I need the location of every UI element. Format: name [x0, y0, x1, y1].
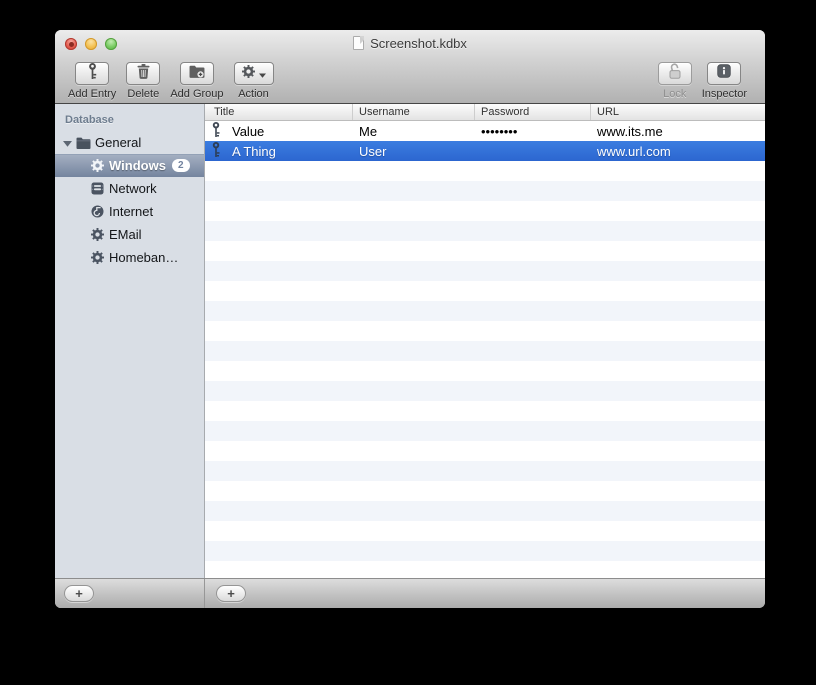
desktop: { "titlebar": { "title": "Screenshot.kdb… — [0, 0, 816, 685]
minimize-button[interactable] — [85, 38, 97, 50]
bottom-bar-sidebar-section: + — [55, 579, 205, 608]
window-title-group: Screenshot.kdbx — [353, 36, 467, 51]
zoom-button[interactable] — [105, 38, 117, 50]
trash-icon — [137, 63, 150, 84]
empty-row-stripes — [205, 161, 765, 578]
folder-icon — [75, 137, 91, 149]
key-icon — [211, 142, 221, 160]
add-group-pill-button[interactable]: + — [64, 585, 94, 602]
open-padlock-icon — [668, 63, 682, 84]
table-header: Title Username Password URL — [205, 104, 765, 121]
gear-icon — [89, 251, 105, 264]
titlebar[interactable]: Screenshot.kdbx — [55, 30, 765, 56]
close-button[interactable] — [65, 38, 77, 50]
gear-icon — [241, 64, 255, 83]
bottom-bar-table-section: + — [205, 579, 765, 608]
action-item: Action — [233, 62, 274, 100]
lock-item: Lock — [657, 62, 692, 100]
sidebar-item-network[interactable]: Network — [55, 177, 204, 200]
add-entry-button[interactable] — [75, 62, 110, 85]
add-entry-label: Add Entry — [68, 88, 117, 100]
folder-plus-icon — [189, 65, 205, 83]
entry-table: Title Username Password URL Value Me •••… — [205, 104, 765, 578]
sidebar-section-header: Database — [65, 114, 114, 126]
network-icon — [89, 182, 105, 195]
add-entry-item: Add Entry — [68, 62, 116, 100]
sidebar-item-internet[interactable]: Internet — [55, 200, 204, 223]
gear-icon — [89, 159, 105, 172]
document-icon — [353, 36, 365, 50]
sidebar-item-label: Internet — [109, 204, 154, 219]
action-button[interactable] — [233, 62, 274, 85]
window-title: Screenshot.kdbx — [370, 35, 467, 51]
delete-label: Delete — [127, 88, 160, 100]
entry-username: Me — [359, 123, 378, 139]
sidebar-item-homebanking[interactable]: Homeban… — [55, 246, 204, 269]
entry-username: User — [359, 143, 387, 159]
inspector-label: Inspector — [701, 88, 747, 100]
disclosure-triangle-icon[interactable] — [63, 135, 72, 150]
column-header-title[interactable]: Title — [205, 104, 353, 120]
chevron-down-icon — [258, 65, 266, 83]
info-panel-icon — [717, 64, 732, 83]
table-row-value[interactable]: Value Me •••••••• www.its.me — [205, 121, 765, 141]
inspector-item: Inspector — [702, 62, 747, 100]
add-entry-pill-button[interactable]: + — [216, 585, 246, 602]
column-header-url[interactable]: URL — [591, 104, 765, 120]
column-header-password[interactable]: Password — [475, 104, 591, 120]
traffic-lights — [65, 38, 117, 50]
delete-item: Delete — [126, 62, 161, 100]
delete-button[interactable] — [126, 62, 161, 85]
entry-count-badge: 2 — [171, 159, 190, 172]
entry-url: www.url.com — [597, 143, 671, 159]
window-chrome: Screenshot.kdbx Add Entry Delete Add Gro… — [55, 30, 765, 104]
sidebar-item-label: General — [95, 135, 142, 150]
sidebar-item-windows[interactable]: Windows 2 — [55, 154, 204, 177]
globe-icon — [89, 205, 105, 218]
entry-password: •••••••• — [481, 123, 518, 139]
sidebar-item-general[interactable]: General — [55, 131, 204, 154]
sidebar-item-label: Windows — [109, 158, 166, 173]
column-header-username[interactable]: Username — [353, 104, 475, 120]
key-icon — [211, 122, 221, 140]
group-sidebar: Database General Windows 2 Network Inter… — [55, 104, 205, 578]
inspector-button[interactable] — [707, 62, 742, 85]
bottom-bar: + + — [55, 578, 765, 608]
table-row-a-thing[interactable]: A Thing User www.url.com — [205, 141, 765, 161]
sidebar-item-label: Network — [109, 181, 157, 196]
add-group-button[interactable] — [179, 62, 214, 85]
entry-title: Value — [232, 123, 265, 139]
add-group-label: Add Group — [170, 88, 224, 100]
lock-label: Lock — [663, 88, 687, 100]
entry-title: A Thing — [232, 143, 276, 159]
main-split: Database General Windows 2 Network Inter… — [55, 104, 765, 578]
lock-button[interactable] — [657, 62, 692, 85]
app-window: Screenshot.kdbx Add Entry Delete Add Gro… — [55, 30, 765, 608]
key-icon — [87, 63, 98, 84]
entry-url: www.its.me — [597, 123, 663, 139]
sidebar-item-label: Homeban… — [109, 250, 179, 265]
sidebar-item-email[interactable]: EMail — [55, 223, 204, 246]
action-label: Action — [238, 88, 269, 100]
sidebar-item-label: EMail — [109, 227, 142, 242]
toolbar: Add Entry Delete Add Group Action Lock I… — [55, 56, 765, 100]
add-group-item: Add Group — [170, 62, 224, 100]
gear-icon — [89, 228, 105, 241]
